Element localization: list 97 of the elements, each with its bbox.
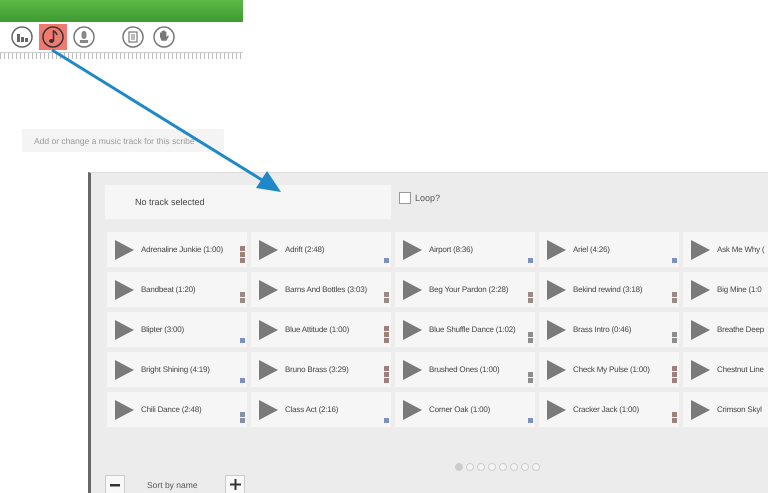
track-tile[interactable]: Check My Pulse (1:00) <box>539 352 679 387</box>
track-title: Check My Pulse (1:00) <box>573 364 651 374</box>
hand-icon <box>153 26 175 48</box>
microphone-icon <box>73 26 95 48</box>
track-title: Bekind rewind (3:18) <box>573 284 644 294</box>
page-dot[interactable] <box>532 463 540 471</box>
track-tile[interactable]: Brass Intro (0:46) <box>539 312 679 347</box>
page-dot[interactable] <box>466 463 474 471</box>
track-tile[interactable]: Adrift (2:48) <box>251 232 391 267</box>
track-tile[interactable]: Class Act (2:16) <box>251 392 391 427</box>
page-dot[interactable] <box>488 463 496 471</box>
track-tile[interactable]: Bruno Brass (3:29) <box>251 352 391 387</box>
track-title: Cracker Jack (1:00) <box>573 404 640 414</box>
track-title: Brushed Ones (1:00) <box>429 364 500 374</box>
tooltip: Add or change a music track for this scribe <box>22 129 224 152</box>
play-icon[interactable] <box>689 398 711 420</box>
play-icon[interactable] <box>257 358 279 380</box>
play-icon[interactable] <box>689 238 711 260</box>
track-tile[interactable]: Corner Oak (1:00) <box>395 392 535 427</box>
play-icon[interactable] <box>113 278 135 300</box>
track-title: Ask Me Why ( <box>717 244 766 254</box>
music-note-icon <box>42 26 64 48</box>
play-icon[interactable] <box>257 398 279 420</box>
sort-label: Sort by name <box>146 480 199 490</box>
track-title: Blue Shuffle Dance (1:02) <box>429 324 516 334</box>
track-title: Crimson Skyl <box>717 404 763 414</box>
track-title: Bandbeat (1:20) <box>141 284 196 294</box>
plus-button[interactable] <box>225 475 245 493</box>
track-tile[interactable]: Chestnut Line <box>683 352 768 387</box>
page-dot[interactable] <box>510 463 518 471</box>
track-title: Breathe Deep <box>717 324 765 334</box>
loop-label: Loop? <box>415 193 440 203</box>
track-title: Chestnut Line <box>717 364 765 374</box>
document-icon <box>122 26 144 48</box>
play-icon[interactable] <box>689 278 711 300</box>
play-icon[interactable] <box>113 358 135 380</box>
track-title: Bruno Brass (3:29) <box>285 364 350 374</box>
track-tile[interactable]: Brushed Ones (1:00) <box>395 352 535 387</box>
track-tile[interactable]: Bekind rewind (3:18) <box>539 272 679 307</box>
track-title: Blue Attitude (1:00) <box>285 324 350 334</box>
track-title: Big Mine (1:0 <box>717 284 763 294</box>
play-icon[interactable] <box>113 398 135 420</box>
track-tile[interactable]: Blipter (3:00) <box>107 312 247 347</box>
track-tile[interactable]: Breathe Deep <box>683 312 768 347</box>
play-icon[interactable] <box>545 318 567 340</box>
track-tile[interactable]: Big Mine (1:0 <box>683 272 768 307</box>
play-icon[interactable] <box>401 398 423 420</box>
track-tile[interactable]: Crimson Skyl <box>683 392 768 427</box>
track-title: Barns And Bottles (3:03) <box>285 284 368 294</box>
play-icon[interactable] <box>545 398 567 420</box>
play-icon[interactable] <box>257 238 279 260</box>
play-icon[interactable] <box>401 318 423 340</box>
track-tile[interactable]: Bandbeat (1:20) <box>107 272 247 307</box>
minus-button[interactable] <box>105 475 125 493</box>
loop-checkbox[interactable] <box>399 192 411 204</box>
page-dot[interactable] <box>455 463 463 471</box>
play-icon[interactable] <box>545 238 567 260</box>
page-dot[interactable] <box>477 463 485 471</box>
play-icon[interactable] <box>545 358 567 380</box>
play-icon[interactable] <box>689 358 711 380</box>
plus-icon <box>230 479 240 490</box>
track-tile[interactable]: Barns And Bottles (3:03) <box>251 272 391 307</box>
play-icon[interactable] <box>401 238 423 260</box>
play-icon[interactable] <box>545 278 567 300</box>
track-tile[interactable]: Adrenaline Junkie (1:00) <box>107 232 247 267</box>
track-title: Class Act (2:16) <box>285 404 340 414</box>
play-icon[interactable] <box>689 318 711 340</box>
track-tile[interactable]: Ariel (4:26) <box>539 232 679 267</box>
play-icon[interactable] <box>401 358 423 380</box>
track-title: Beg Your Pardon (2:28) <box>429 284 510 294</box>
bar-chart-icon <box>11 26 33 48</box>
track-tile[interactable]: Bright Shining (4:19) <box>107 352 247 387</box>
play-icon[interactable] <box>113 238 135 260</box>
play-icon[interactable] <box>401 278 423 300</box>
track-title: Airport (8:36) <box>429 244 474 254</box>
play-icon[interactable] <box>257 318 279 340</box>
track-tile[interactable]: Blue Shuffle Dance (1:02) <box>395 312 535 347</box>
toolbar-button[interactable] <box>39 24 67 50</box>
track-tile[interactable]: Ask Me Why ( <box>683 232 768 267</box>
track-title: Chili Dance (2:48) <box>141 404 202 414</box>
track-title: Ariel (4:26) <box>573 244 611 254</box>
track-tile[interactable]: Airport (8:36) <box>395 232 535 267</box>
page-dot[interactable] <box>499 463 507 471</box>
track-title: Bright Shining (4:19) <box>141 364 211 374</box>
play-icon[interactable] <box>257 278 279 300</box>
play-icon[interactable] <box>113 318 135 340</box>
track-tile[interactable]: Cracker Jack (1:00) <box>539 392 679 427</box>
track-tile[interactable]: Chili Dance (2:48) <box>107 392 247 427</box>
track-tile[interactable]: Blue Attitude (1:00) <box>251 312 391 347</box>
track-title: Corner Oak (1:00) <box>429 404 492 414</box>
page-dot[interactable] <box>521 463 529 471</box>
track-title: Adrenaline Junkie (1:00) <box>141 244 224 254</box>
track-title: Brass Intro (0:46) <box>573 324 632 334</box>
track-tile[interactable]: Beg Your Pardon (2:28) <box>395 272 535 307</box>
track-title: Adrift (2:48) <box>285 244 326 254</box>
track-title: Blipter (3:00) <box>141 324 185 334</box>
track-field[interactable]: No track selected <box>105 185 391 219</box>
